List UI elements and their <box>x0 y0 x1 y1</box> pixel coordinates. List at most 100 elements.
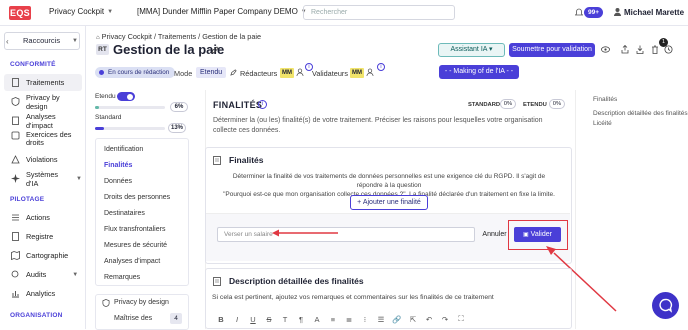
section-item[interactable]: Remarques <box>104 274 140 281</box>
chevron-down-icon: ▼ <box>76 175 82 182</box>
sidebar-item-exercices[interactable]: Exercices des droits <box>4 129 82 151</box>
text-color-button[interactable]: A <box>309 315 325 324</box>
sidebar-item-privacy-by-design[interactable]: Privacy by design <box>4 93 82 111</box>
submit-validation-button[interactable]: Soumettre pour validation <box>509 43 595 57</box>
toc-item-description[interactable]: Description détaillée des finalités <box>593 110 688 119</box>
search-input[interactable]: Rechercher <box>303 5 455 20</box>
avatar[interactable]: MM <box>350 68 364 78</box>
link-button[interactable]: 🔗 <box>389 315 405 324</box>
underline-button[interactable]: U <box>245 315 261 324</box>
section-item[interactable]: Droits des personnes <box>104 194 170 201</box>
align-button[interactable]: ≡ <box>325 315 341 324</box>
list-button[interactable]: ≣ <box>341 315 357 324</box>
avatar[interactable]: MM <box>280 68 294 78</box>
section-item[interactable]: Analyses d'impact <box>104 258 160 265</box>
chart-icon <box>12 291 19 298</box>
alert-icon <box>11 155 20 164</box>
sidebar-item-analyses[interactable]: Analyses d'impact <box>4 112 82 130</box>
download-icon[interactable] <box>636 45 644 54</box>
bold-button[interactable]: B <box>213 315 229 324</box>
history-count-badge: 1 <box>659 38 668 47</box>
breadcrumb: ⌂ Privacy Cockpit / Traitements / Gestio… <box>96 32 262 41</box>
fullscreen-button[interactable]: ⛶ <box>453 314 469 324</box>
assistant-ia-button[interactable]: Assistant IA ▾ <box>438 43 505 57</box>
section-item[interactable]: Flux transfrontaliers <box>104 226 165 233</box>
add-finalite-button[interactable]: + Ajouter une finalité <box>350 195 428 210</box>
related-privacy-by-design[interactable]: Privacy by design <box>114 299 169 306</box>
sidebar-item-actions[interactable]: Actions <box>4 209 82 226</box>
plus-icon: + <box>357 199 362 206</box>
edit-icon[interactable] <box>211 46 219 54</box>
standard-mini-label: STANDARD <box>468 102 501 108</box>
map-icon <box>11 251 20 260</box>
user-name[interactable]: Michael Marette <box>624 8 684 17</box>
sidebar: ‹ Raccourcis ▼ CONFORMITÉ Traitements Pr… <box>0 26 86 329</box>
sidebar-item-systemes-ia[interactable]: Systèmes d'IA ▼ <box>4 170 82 188</box>
italic-button[interactable]: I <box>229 315 245 324</box>
shield-icon <box>102 299 110 307</box>
breadcrumb-traitements[interactable]: Traitements <box>158 32 196 41</box>
breadcrumb-privacy-cockpit[interactable]: Privacy Cockpit <box>102 32 152 41</box>
finalite-input[interactable]: Verser un salaire <box>217 227 475 242</box>
standard-percent: 13% <box>168 123 186 133</box>
section-item[interactable]: Données <box>104 178 132 185</box>
redo-button[interactable]: ↷ <box>437 315 453 324</box>
section-item-active[interactable]: Finalités <box>104 162 132 169</box>
info-icon[interactable]: i <box>377 63 385 71</box>
toc-item-finalites[interactable]: Finalités <box>593 96 688 105</box>
user-icon[interactable] <box>613 7 622 17</box>
sidebar-item-audits[interactable]: Audits ▼ <box>4 266 82 283</box>
font-size-button[interactable]: T <box>277 315 293 324</box>
pencil-icon <box>230 69 237 76</box>
organization-menu[interactable]: [MMA] Dunder Mifflin Paper Company DEMO ▼ <box>137 7 307 16</box>
section-item[interactable]: Destinataires <box>104 210 145 217</box>
strike-button[interactable]: S <box>261 315 277 324</box>
indent-button[interactable]: ☰ <box>373 315 389 324</box>
chat-icon <box>659 298 673 313</box>
cancel-button[interactable]: Annuler <box>479 227 510 242</box>
add-user-icon[interactable] <box>296 68 304 77</box>
sidebar-item-cartographie[interactable]: Cartographie <box>4 247 82 264</box>
paragraph-button[interactable]: ¶ <box>293 315 309 324</box>
count-badge: 4 <box>170 313 182 324</box>
notification-badge[interactable]: 99+ <box>584 7 604 18</box>
page-title: Gestion de la paie <box>113 42 225 57</box>
chevron-down-icon: ▼ <box>72 38 78 44</box>
related-maitrise[interactable]: Maîtrise des <box>114 315 152 322</box>
status-badge: En cours de rédaction <box>95 67 176 78</box>
toc-item-liceite[interactable]: Licéité <box>593 120 688 129</box>
mode-toggle[interactable] <box>117 92 135 101</box>
chevron-down-icon: ▼ <box>107 8 114 15</box>
undo-button[interactable]: ↶ <box>421 315 437 324</box>
numbered-list-button[interactable]: ⁝ <box>357 315 373 324</box>
bell-icon[interactable] <box>575 8 583 17</box>
sidebar-item-traitements[interactable]: Traitements <box>4 74 82 91</box>
making-of-ia-button[interactable]: - - Making of de l'IA - - <box>439 65 519 79</box>
section-pilotage: PILOTAGE <box>10 196 45 203</box>
section-conformite: CONFORMITÉ <box>10 61 56 68</box>
share-icon[interactable] <box>621 45 629 54</box>
sidebar-item-analytics[interactable]: Analytics <box>4 285 82 302</box>
info-icon[interactable]: i <box>258 100 267 109</box>
shortcuts-dropdown[interactable]: Raccourcis <box>4 32 80 50</box>
etendu-progress-bar <box>95 106 165 109</box>
audit-icon <box>11 270 19 278</box>
standard-label: Standard <box>95 114 122 121</box>
add-user-icon[interactable] <box>366 68 374 77</box>
eye-icon[interactable] <box>601 46 610 53</box>
etendu-percent: 6% <box>170 102 188 112</box>
section-item[interactable]: Mesures de sécurité <box>104 242 167 249</box>
help-chat-button[interactable] <box>652 292 679 319</box>
sparkle-icon <box>11 174 20 183</box>
sidebar-item-registre[interactable]: Registre <box>4 228 82 245</box>
validateurs-label: Validateurs <box>312 69 348 78</box>
sidebar-item-violations[interactable]: Violations <box>4 151 82 168</box>
delete-icon[interactable] <box>651 45 659 54</box>
section-item[interactable]: Identification <box>104 146 143 153</box>
embed-button[interactable]: ⇱ <box>405 315 421 324</box>
document-icon <box>12 78 19 87</box>
etendu-mini-percent: 0% <box>549 99 565 109</box>
product-menu[interactable]: Privacy Cockpit ▼ <box>49 7 113 16</box>
mode-selector[interactable]: Etendu <box>196 67 227 78</box>
app-logo[interactable]: EQS <box>9 6 31 20</box>
